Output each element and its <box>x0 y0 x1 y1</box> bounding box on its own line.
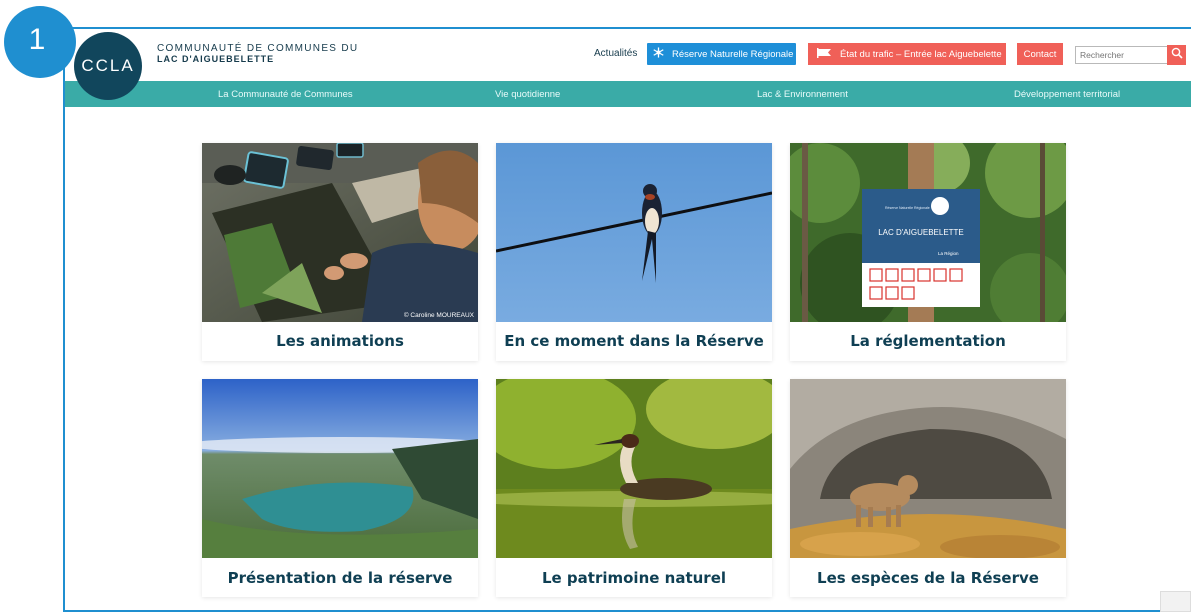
card-en-ce-moment[interactable]: En ce moment dans la Réserve <box>496 143 772 361</box>
nav-item-vie-quotidienne[interactable]: Vie quotidienne <box>495 89 560 100</box>
card-title-especes: Les espèces de la Réserve <box>817 569 1039 587</box>
card-image-animations: © Caroline MOUREAUX <box>202 143 478 322</box>
card-image-reserve-sign: LAC D'AIGUEBELETTE Réserve Naturelle Rég… <box>790 143 1066 322</box>
actualites-link[interactable]: Actualités <box>594 48 637 59</box>
card-title-presentation: Présentation de la réserve <box>227 569 453 587</box>
sign-region-label: La Région <box>938 251 959 256</box>
card-animations[interactable]: © Caroline MOUREAUX Les animations <box>202 143 478 361</box>
snowflake-icon <box>653 47 664 61</box>
reserve-naturelle-label: Réserve Naturelle Régionale <box>672 48 794 60</box>
card-especes[interactable]: Les espèces de la Réserve <box>790 379 1066 597</box>
card-title-en-ce-moment: En ce moment dans la Réserve <box>504 332 764 350</box>
etat-trafic-button[interactable]: État du trafic – Entrée lac Aiguebelette <box>808 43 1006 65</box>
search-button[interactable] <box>1167 45 1186 65</box>
sign-lac-label: LAC D'AIGUEBELETTE <box>878 228 964 237</box>
card-presentation[interactable]: Présentation de la réserve <box>202 379 478 597</box>
card-reglementation[interactable]: LAC D'AIGUEBELETTE Réserve Naturelle Rég… <box>790 143 1066 361</box>
sign-reserve-label: Réserve Naturelle Régionale <box>885 206 930 210</box>
step-number-badge: 1 <box>4 6 76 78</box>
nav-item-developpement[interactable]: Développement territorial <box>1014 89 1120 100</box>
card-patrimoine[interactable]: Le patrimoine naturel <box>496 379 772 597</box>
search-input[interactable] <box>1075 46 1169 64</box>
frame-border-top <box>63 27 1191 29</box>
card-image-aerial-lake <box>202 379 478 558</box>
photo-credit: © Caroline MOUREAUX <box>403 312 474 319</box>
flag-icon <box>816 47 832 61</box>
card-title-reglementation: La réglementation <box>850 332 1006 350</box>
card-title-patrimoine: Le patrimoine naturel <box>541 569 727 587</box>
search-icon <box>1171 46 1183 64</box>
nav-item-communaute[interactable]: La Communauté de Communes <box>218 89 353 100</box>
card-image-lynx <box>790 379 1066 558</box>
etat-trafic-label: État du trafic – Entrée lac Aiguebelette <box>840 48 1002 60</box>
reserve-naturelle-button[interactable]: Réserve Naturelle Régionale <box>647 43 796 65</box>
card-title-animations: Les animations <box>276 332 404 350</box>
contact-button[interactable]: Contact <box>1017 43 1063 65</box>
card-image-swallow <box>496 143 772 322</box>
nav-item-lac-environnement[interactable]: Lac & Environnement <box>757 89 848 100</box>
logo-text: CCLA <box>81 56 135 75</box>
org-name-line2: LAC D'AIGUEBELETTE <box>157 54 275 64</box>
site-logo[interactable]: CCLA <box>74 32 142 100</box>
card-image-grebe <box>496 379 772 558</box>
org-name-line1: COMMUNAUTÉ DE COMMUNES DU <box>157 43 359 54</box>
recaptcha-badge[interactable] <box>1160 591 1191 612</box>
frame-border-left <box>63 27 65 612</box>
